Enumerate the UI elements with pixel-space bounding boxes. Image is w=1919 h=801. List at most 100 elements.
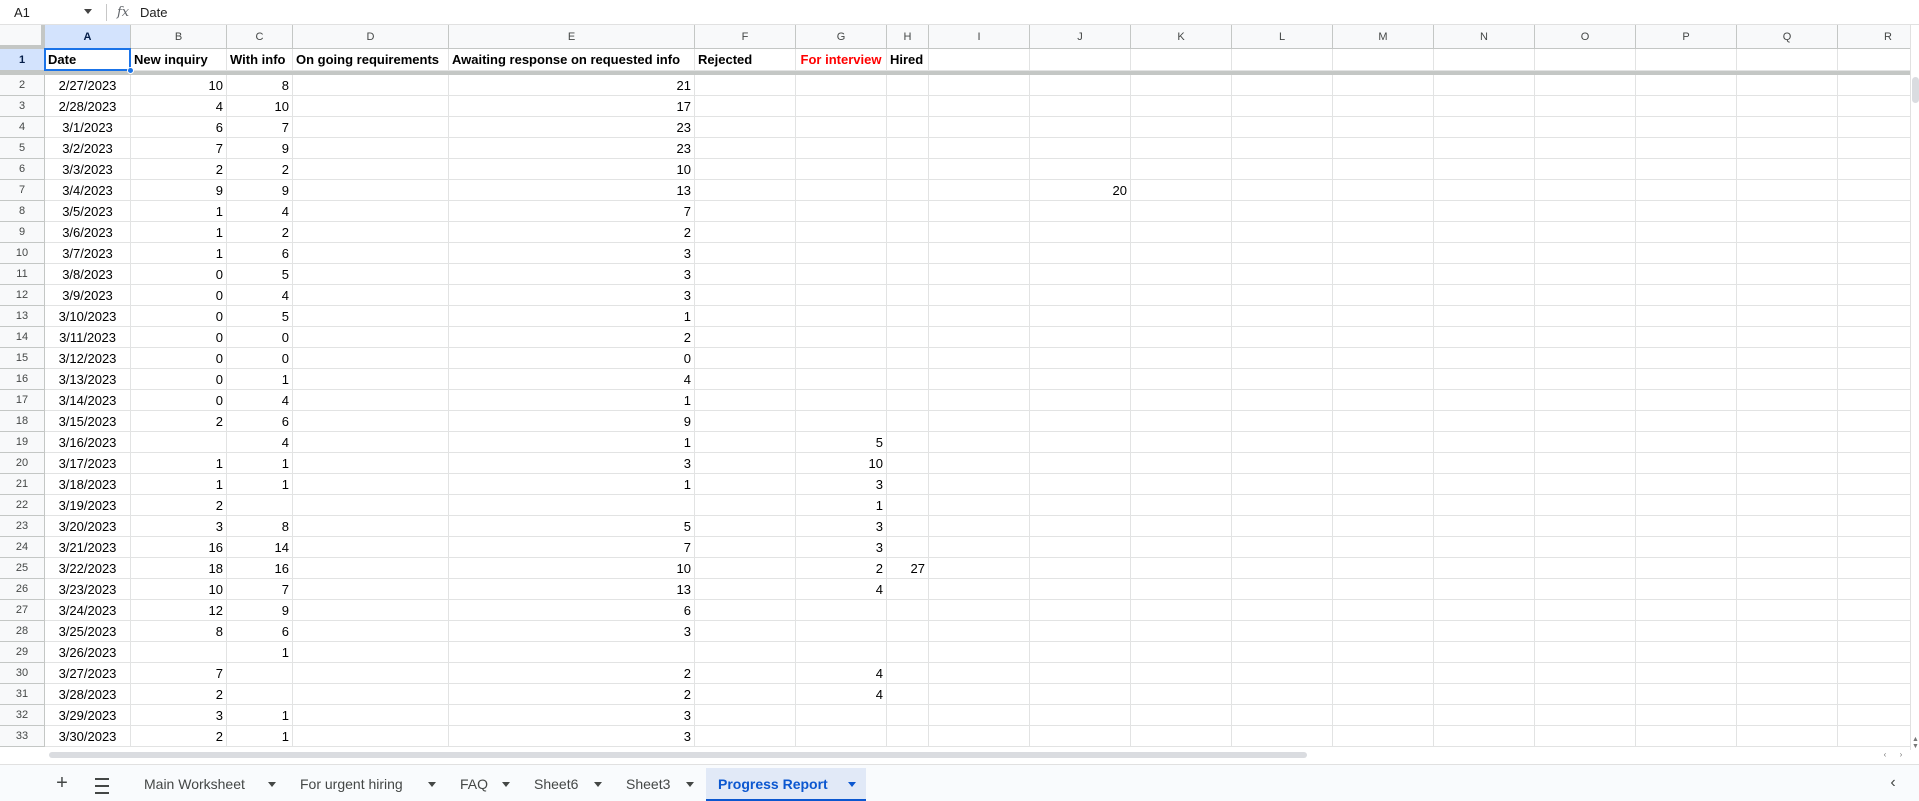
cell[interactable] <box>929 180 1030 201</box>
header-cell[interactable]: Date <box>45 49 131 71</box>
column-header-l[interactable]: L <box>1232 25 1333 49</box>
cell[interactable] <box>1636 264 1737 285</box>
cell[interactable] <box>1737 453 1838 474</box>
cell[interactable]: 1 <box>131 222 227 243</box>
cell[interactable] <box>1535 75 1636 96</box>
cell[interactable] <box>1131 222 1232 243</box>
cell[interactable]: 21 <box>449 75 695 96</box>
cell[interactable] <box>929 600 1030 621</box>
cell[interactable] <box>1333 159 1434 180</box>
cell[interactable] <box>1535 390 1636 411</box>
cell[interactable] <box>1434 579 1535 600</box>
cell[interactable] <box>1030 726 1131 747</box>
cell[interactable] <box>1232 558 1333 579</box>
cell[interactable] <box>1131 726 1232 747</box>
row-header[interactable]: 32 <box>0 705 45 726</box>
cell[interactable] <box>1636 222 1737 243</box>
row-header[interactable]: 25 <box>0 558 45 579</box>
cell[interactable]: 2 <box>131 726 227 747</box>
cell[interactable] <box>1434 411 1535 432</box>
column-header-k[interactable]: K <box>1131 25 1232 49</box>
cell[interactable] <box>1131 243 1232 264</box>
cell[interactable] <box>293 579 449 600</box>
cell[interactable]: 5 <box>227 264 293 285</box>
cell[interactable] <box>1737 222 1838 243</box>
sheet-tab-progress-report[interactable]: Progress Report <box>706 768 866 801</box>
cell[interactable] <box>1535 117 1636 138</box>
cell[interactable] <box>1434 495 1535 516</box>
cell[interactable] <box>1030 474 1131 495</box>
cell[interactable] <box>1333 453 1434 474</box>
cell[interactable] <box>887 159 929 180</box>
cell[interactable]: 6 <box>227 411 293 432</box>
cell[interactable] <box>1737 495 1838 516</box>
cell[interactable] <box>1131 285 1232 306</box>
date-cell[interactable]: 3/22/2023 <box>45 558 131 579</box>
cell[interactable]: 3 <box>796 537 887 558</box>
select-all-corner[interactable] <box>0 25 45 49</box>
row-header[interactable]: 8 <box>0 201 45 222</box>
column-header-j[interactable]: J <box>1030 25 1131 49</box>
date-cell[interactable]: 3/13/2023 <box>45 369 131 390</box>
cell[interactable] <box>1434 201 1535 222</box>
cell[interactable] <box>1737 705 1838 726</box>
cell[interactable] <box>1131 138 1232 159</box>
cell[interactable] <box>887 201 929 222</box>
cell[interactable] <box>1232 390 1333 411</box>
cell[interactable] <box>1333 474 1434 495</box>
cell[interactable] <box>1838 201 1910 222</box>
header-cell[interactable]: Hired <box>887 49 929 71</box>
cell[interactable] <box>1636 180 1737 201</box>
cell[interactable] <box>1535 705 1636 726</box>
cell[interactable] <box>293 705 449 726</box>
cell[interactable] <box>929 285 1030 306</box>
cell[interactable] <box>1030 49 1131 71</box>
cell[interactable] <box>1333 49 1434 71</box>
cell[interactable] <box>293 369 449 390</box>
cell[interactable]: 3 <box>449 621 695 642</box>
cell[interactable] <box>887 243 929 264</box>
cell[interactable]: 4 <box>227 201 293 222</box>
cell[interactable] <box>695 516 796 537</box>
cell[interactable] <box>1131 642 1232 663</box>
cell[interactable] <box>695 600 796 621</box>
cell[interactable] <box>1636 390 1737 411</box>
cell[interactable]: 2 <box>449 327 695 348</box>
cell[interactable] <box>1737 390 1838 411</box>
cell[interactable] <box>1232 117 1333 138</box>
cell[interactable] <box>1333 327 1434 348</box>
cell[interactable] <box>929 138 1030 159</box>
cell[interactable] <box>887 705 929 726</box>
cell[interactable] <box>1737 49 1838 71</box>
all-sheets-menu-icon[interactable] <box>90 772 114 796</box>
cell[interactable] <box>929 49 1030 71</box>
cell[interactable] <box>796 642 887 663</box>
cell[interactable] <box>1333 222 1434 243</box>
cell[interactable] <box>293 285 449 306</box>
cell[interactable] <box>1535 201 1636 222</box>
cell[interactable] <box>1131 474 1232 495</box>
cell[interactable]: 0 <box>131 369 227 390</box>
date-cell[interactable]: 3/18/2023 <box>45 474 131 495</box>
cell[interactable]: 2 <box>449 222 695 243</box>
cell[interactable] <box>1030 285 1131 306</box>
cell[interactable] <box>1838 495 1910 516</box>
header-cell[interactable]: Awaiting response on requested info <box>449 49 695 71</box>
cell[interactable] <box>1232 138 1333 159</box>
cell[interactable]: 0 <box>227 348 293 369</box>
cell[interactable] <box>293 264 449 285</box>
cell[interactable] <box>1030 201 1131 222</box>
cell[interactable] <box>227 495 293 516</box>
cell[interactable] <box>695 264 796 285</box>
cell[interactable] <box>887 516 929 537</box>
cell[interactable] <box>1434 348 1535 369</box>
row-header[interactable]: 12 <box>0 285 45 306</box>
cell[interactable]: 1 <box>131 243 227 264</box>
cell[interactable] <box>293 558 449 579</box>
cell[interactable]: 1 <box>227 705 293 726</box>
cell[interactable]: 13 <box>449 579 695 600</box>
cell[interactable] <box>1636 663 1737 684</box>
cell[interactable] <box>887 285 929 306</box>
cell[interactable] <box>1838 243 1910 264</box>
cell[interactable] <box>1131 159 1232 180</box>
